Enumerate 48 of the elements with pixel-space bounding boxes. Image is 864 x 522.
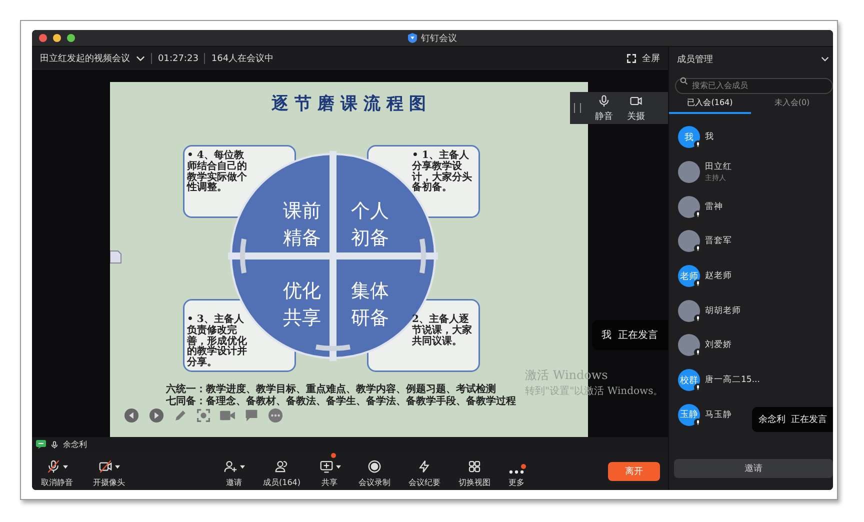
member-name[interactable]: 田立红 [705,161,732,174]
meeting-duration: 01:27:23 [158,54,198,64]
member-search-field[interactable]: 搜索已入会成员 [675,78,833,94]
member-name[interactable]: 赵老师 [705,270,732,282]
speaking-toast: 余念利 正在发言 [752,407,833,432]
note-text: • 3、主备人负责修改完善，形成优化的教学设计并分享。 [187,315,248,369]
attendance-count: 164人在会议中 [211,52,274,65]
member-name[interactable]: 刘爱娇 [705,339,732,352]
note-text: • 4、每位教师结合自己的教学实际做个性调整。 [187,151,248,194]
speaking-toast: 我 正在发言 [592,320,668,350]
view-switch-button[interactable]: 切换视图 [456,454,494,488]
avatar: 老师 [678,265,700,288]
avatar: 校群 [678,369,700,392]
member-tab[interactable]: 未入会(0) [751,94,833,114]
quadrant-label: 集体研备 [350,279,390,331]
invite-button[interactable]: 邀请 [220,454,248,488]
member-name[interactable]: 雷神 [705,200,723,213]
avatar: 我 [678,126,700,148]
note-text: 2、主备人逐节说课，大家共同议课。 [412,315,473,348]
mute-button[interactable]: 静音 [595,94,613,122]
meeting-title[interactable]: 田立红发起的视频会议 [40,52,130,65]
footer-line: 七同备：备理念、备教材、备教法、备学生、备学法、备教学手段、备教学过程 [166,394,516,408]
more-button[interactable]: 更多 [506,454,528,488]
slide-title: 逐 节 磨 课 流 程 图 [272,93,426,115]
member-name[interactable]: 唐一高二15... [705,374,760,386]
footer-line: 六统一：教学进度、教学目标、重点难点、教学内容、例题习题、考试检测 [166,382,496,396]
member-tab[interactable]: 已入会(164) [669,94,751,114]
note-text: • 1、主备人分享教学设计，大家分头备初备。 [412,151,473,194]
member-name[interactable]: 我 [705,131,714,144]
avatar: 玉静 [678,404,700,426]
minutes-button[interactable]: 会议纪要 [406,454,444,488]
camera-toggle-button[interactable]: 关摄 [627,94,645,122]
record-button[interactable]: 会议录制 [356,454,394,488]
quadrant-label: 个人初备 [350,199,390,251]
share-button[interactable]: 共享 [316,454,344,488]
member-name[interactable]: 马玉静 [705,408,732,421]
panel-title: 成员管理 [677,54,714,66]
members-button[interactable]: 成员(164) [260,454,304,488]
invite-button[interactable]: 邀请 [674,459,833,478]
active-speaker-name: 余念利 [63,439,87,450]
unmute-button[interactable]: 取消静音 [38,454,76,488]
quadrant-label: 课前精备 [282,199,322,251]
quadrant-label: 优化共享 [282,279,322,331]
member-name[interactable]: 胡胡老师 [705,304,741,317]
window-title: 钉钉会议 [421,32,457,44]
member-name[interactable]: 晋套军 [705,235,732,248]
camera-button[interactable]: 开摄像头 [90,454,128,488]
fullscreen-label[interactable]: 全屏 [642,52,660,65]
